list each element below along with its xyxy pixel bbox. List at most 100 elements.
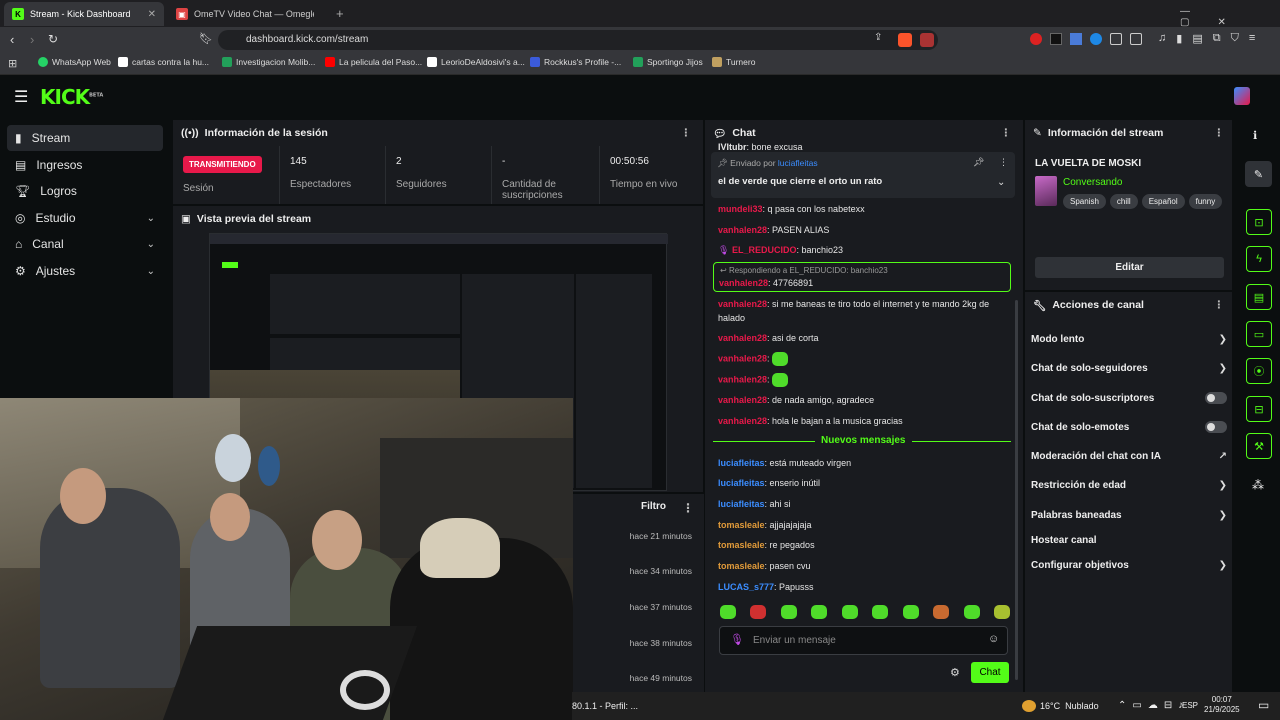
pinned-message[interactable]: 📌︎ Enviado por luciafleitas el de verde …: [711, 152, 1015, 198]
wrench-icon[interactable]: ⚒: [1246, 433, 1272, 459]
kick-logo[interactable]: KICKBETA: [40, 85, 103, 109]
clock[interactable]: 00:07 21/9/2025: [1204, 695, 1240, 715]
tab-ometv[interactable]: ▣ OmeTV Video Chat — Omegle Rand: [168, 2, 328, 26]
lightning-icon[interactable]: ϟ: [1246, 246, 1272, 272]
emote-icon[interactable]: [963, 605, 980, 619]
bookmark-item[interactable]: Turnero: [712, 57, 755, 67]
edit-panel-icon[interactable]: ✎: [1245, 161, 1272, 187]
emote-icon[interactable]: [993, 605, 1010, 619]
document-icon[interactable]: ▤: [1246, 284, 1272, 310]
more-options-icon[interactable]: ⋮: [1001, 127, 1012, 139]
configure-goals-action[interactable]: Configurar objetivos ❯: [1031, 560, 1227, 571]
category-thumbnail[interactable]: [1035, 176, 1057, 206]
more-options-icon[interactable]: ⋮: [999, 157, 1008, 168]
avatar[interactable]: [1234, 87, 1250, 105]
emote-icon[interactable]: [872, 605, 889, 619]
brave-rewards-icon[interactable]: [920, 33, 934, 47]
emote-icon[interactable]: [720, 605, 736, 619]
sidebar-item-ingresos[interactable]: ▤ Ingresos: [7, 152, 163, 178]
translate-icon[interactable]: [1070, 33, 1082, 45]
chat-settings-icon[interactable]: ⚙: [950, 666, 960, 679]
slow-mode-action[interactable]: Modo lento ❯: [1031, 334, 1227, 345]
sidebar-item-estudio[interactable]: ◎ Estudio ⌄: [7, 205, 163, 231]
sidebar-item-logros[interactable]: 🏆︎ Logros: [7, 178, 163, 204]
hamburger-menu-icon[interactable]: ☰: [14, 87, 28, 107]
sidebar-item-ajustes[interactable]: ⚙ Ajustes ⌄: [7, 258, 163, 284]
bookmark-item[interactable]: Rockkus's Profile -...: [530, 57, 621, 67]
edit-stream-button[interactable]: Editar: [1035, 257, 1224, 278]
new-tab-icon[interactable]: +: [336, 6, 344, 21]
share-icon[interactable]: ⇪: [874, 32, 882, 43]
bookmark-item[interactable]: WhatsApp Web: [38, 57, 111, 67]
tray-icons[interactable]: ⌃▭☁⊟♪: [1118, 700, 1189, 711]
banned-words-action[interactable]: Palabras baneadas ❯: [1031, 510, 1227, 521]
menu-icon[interactable]: ≡: [1249, 32, 1255, 45]
extension-icon[interactable]: [1050, 33, 1062, 45]
host-channel-action[interactable]: Hostear canal: [1031, 535, 1227, 546]
status-badge: TRANSMITIENDO: [183, 156, 262, 173]
followers-only-action[interactable]: Chat de solo-seguidores ❯: [1031, 363, 1227, 374]
chevron-down-icon[interactable]: ⌄: [997, 177, 1005, 188]
extension-icon[interactable]: [1130, 33, 1142, 45]
forward-icon[interactable]: ›: [30, 32, 34, 47]
emote-icon[interactable]: [780, 605, 797, 619]
sidebar-item-canal[interactable]: ⌂ Canal ⌄: [7, 231, 163, 257]
reload-icon[interactable]: ↻: [48, 32, 58, 46]
bookmark-item[interactable]: Investigacion Molib...: [222, 57, 315, 67]
unpin-icon[interactable]: 📌︎: [973, 157, 984, 168]
chat-input[interactable]: 🎙︎ Enviar un mensaje ☺: [719, 626, 1008, 655]
more-options-icon[interactable]: ⋮: [682, 501, 694, 515]
bookmark-icon[interactable]: 🔖︎: [199, 32, 213, 45]
sidebar-icon[interactable]: ▮: [1176, 32, 1182, 45]
category-link[interactable]: Conversando: [1063, 177, 1122, 188]
youtube-icon: [325, 57, 335, 67]
extension-icon[interactable]: [1110, 33, 1122, 45]
notifications-icon[interactable]: ▭: [1258, 698, 1269, 712]
chat-scrollbar[interactable]: [1015, 300, 1018, 680]
more-options-icon[interactable]: ⋮: [1214, 127, 1225, 139]
subscribers-only-toggle[interactable]: [1205, 392, 1227, 404]
weather-text[interactable]: 16°C Nublado: [1040, 701, 1099, 711]
send-chat-button[interactable]: Chat: [971, 662, 1009, 683]
tab-kick-dashboard[interactable]: K Stream - Kick Dashboard ✕: [4, 2, 164, 26]
emote-icon[interactable]: [933, 605, 950, 619]
chevron-down-icon: ⌄: [146, 238, 155, 250]
music-icon[interactable]: ♫: [1158, 32, 1166, 45]
url-input[interactable]: dashboard.kick.com/stream: [218, 30, 938, 50]
extension-icon[interactable]: [1030, 33, 1042, 45]
chat-bubble-icon[interactable]: ▭: [1246, 321, 1272, 347]
filter-button[interactable]: Filtro: [641, 501, 666, 512]
emote-icon[interactable]: [902, 605, 919, 619]
broadcast-icon[interactable]: ⦿: [1246, 358, 1272, 384]
emoji-picker-icon[interactable]: ☺: [988, 633, 999, 645]
taskbar-app-label[interactable]: 80.1.1 - Perfil: ...: [572, 701, 638, 711]
apps-grid-icon[interactable]: ⊞: [8, 57, 17, 70]
language-indicator[interactable]: ESP: [1182, 701, 1198, 710]
emotes-only-toggle[interactable]: [1205, 421, 1227, 433]
window-controls[interactable]: —▢✕: [1180, 6, 1280, 28]
followers-stat: 2 Seguidores: [385, 146, 491, 204]
camera-icon[interactable]: ⊡: [1246, 209, 1272, 235]
bookmark-item[interactable]: Sportingo Jijos: [633, 57, 703, 67]
layout-icon[interactable]: ⊟: [1246, 396, 1272, 422]
brave-shield-icon[interactable]: [898, 33, 912, 47]
age-restriction-action[interactable]: Restricción de edad ❯: [1031, 480, 1227, 491]
bookmark-item[interactable]: cartas contra la hu...: [118, 57, 209, 67]
bookmark-item[interactable]: La pelicula del Paso...: [325, 57, 422, 67]
bookmark-item[interactable]: LeorioDeAldosivi's a...: [427, 57, 525, 67]
back-icon[interactable]: ‹: [10, 32, 14, 47]
emote-icon[interactable]: [841, 605, 858, 619]
extension-icon[interactable]: [1090, 33, 1102, 45]
emote-icon[interactable]: [750, 605, 767, 619]
extensions-icon[interactable]: ⧉: [1213, 32, 1221, 45]
wallet-icon[interactable]: ▤: [1192, 32, 1202, 45]
vpn-shield-icon[interactable]: ⛉: [1231, 32, 1239, 45]
close-icon[interactable]: ✕: [148, 9, 156, 20]
sidebar-item-stream[interactable]: ▮ Stream: [7, 125, 163, 151]
more-options-icon[interactable]: ⋮: [1214, 299, 1225, 311]
apps-icon[interactable]: ⁂: [1252, 478, 1264, 492]
emote-icon[interactable]: [811, 605, 828, 619]
more-options-icon[interactable]: ⋮: [681, 127, 692, 139]
info-icon[interactable]: ℹ: [1253, 129, 1257, 142]
ai-moderation-action[interactable]: Moderación del chat con IA ↗: [1031, 451, 1227, 462]
